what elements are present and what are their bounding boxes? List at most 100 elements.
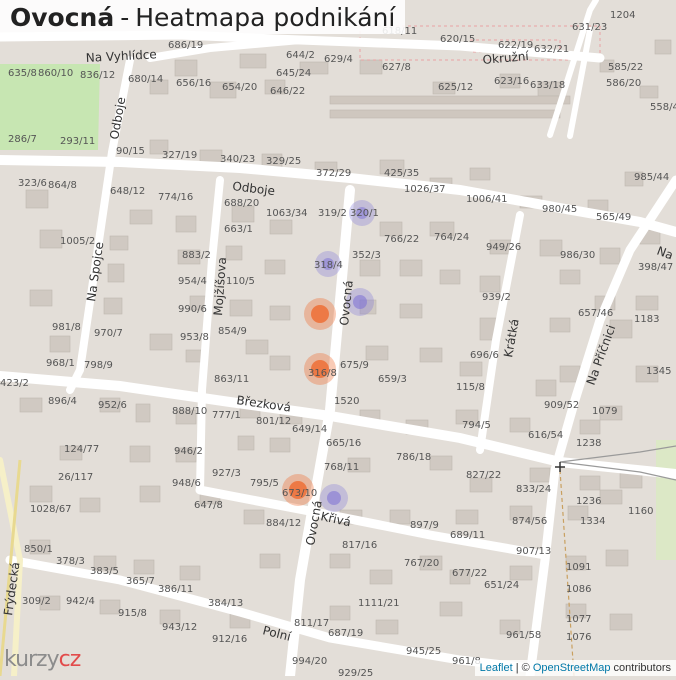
house-number: 794/5 xyxy=(462,420,491,431)
house-number: 948/6 xyxy=(172,478,201,489)
house-number: 863/11 xyxy=(214,374,249,385)
house-number: 907/13 xyxy=(516,546,551,557)
house-number: 673/10 xyxy=(282,488,317,499)
house-number: 777/1 xyxy=(212,410,241,421)
house-number: 680/14 xyxy=(128,74,163,85)
house-number: 897/9 xyxy=(410,520,439,531)
house-number: 659/3 xyxy=(378,374,407,385)
map-canvas[interactable]: Na Vyhlídce Odboje Odboje Na Spojce Mojž… xyxy=(0,0,676,680)
house-number: 622/19 xyxy=(498,40,533,51)
house-number: 647/8 xyxy=(194,500,223,511)
house-number: 766/22 xyxy=(384,234,419,245)
house-number: 912/16 xyxy=(212,634,247,645)
house-number: 952/6 xyxy=(98,400,127,411)
house-number: 946/2 xyxy=(174,446,203,457)
house-number: 124/77 xyxy=(64,444,99,455)
osm-link[interactable]: OpenStreetMap xyxy=(533,662,611,674)
house-number: 942/4 xyxy=(66,596,95,607)
house-number: 1006/41 xyxy=(466,194,508,205)
kurzy-logo[interactable]: kurzycz xyxy=(4,647,81,672)
house-number: 801/12 xyxy=(256,416,291,427)
attribution-suffix: contributors xyxy=(610,662,671,674)
house-number: 378/3 xyxy=(56,556,85,567)
house-number: 620/15 xyxy=(440,34,475,45)
house-number: 1079 xyxy=(592,406,617,417)
house-number: 644/2 xyxy=(286,50,315,61)
house-number: 817/16 xyxy=(342,540,377,551)
house-number: 811/17 xyxy=(294,618,329,629)
house-number: 1026/37 xyxy=(404,184,446,195)
house-number: 864/8 xyxy=(48,180,77,191)
house-number: 990/6 xyxy=(178,304,207,315)
house-number: 558/4 xyxy=(650,102,676,113)
house-number: 836/12 xyxy=(80,70,115,81)
house-number: 786/18 xyxy=(396,452,431,463)
page-title: Ovocná - Heatmapa podnikání xyxy=(0,0,406,34)
house-number: 696/6 xyxy=(470,350,499,361)
house-number: 1111/21 xyxy=(358,598,400,609)
house-number: 688/20 xyxy=(224,198,259,209)
house-number: 1345 xyxy=(646,366,671,377)
house-number: 850/1 xyxy=(24,544,53,555)
house-number: 1183 xyxy=(634,314,659,325)
house-number: 90/15 xyxy=(116,146,145,157)
house-number: 309/2 xyxy=(22,596,51,607)
house-number: 423/2 xyxy=(0,378,29,389)
house-number: 323/6 xyxy=(18,178,47,189)
house-number: 654/20 xyxy=(222,82,257,93)
house-number: 663/1 xyxy=(224,224,253,235)
heatmap-subtitle: Heatmapa podnikání xyxy=(135,2,396,32)
title-separator: - xyxy=(120,2,130,32)
house-number: 686/19 xyxy=(168,40,203,51)
house-number: 677/22 xyxy=(452,568,487,579)
house-number: 927/3 xyxy=(212,468,241,479)
attribution-separator: | © xyxy=(512,662,533,674)
house-number: 833/24 xyxy=(516,484,551,495)
house-number: 1520 xyxy=(334,396,359,407)
house-number: 1028/67 xyxy=(30,504,72,515)
house-number: 968/1 xyxy=(46,358,75,369)
house-number: 1077 xyxy=(566,614,591,625)
house-number: 1076 xyxy=(566,632,591,643)
house-number: 329/25 xyxy=(266,156,301,167)
house-number: 425/35 xyxy=(384,168,419,179)
house-number: 386/11 xyxy=(158,584,193,595)
house-number: 565/49 xyxy=(596,212,631,223)
map-svg: Na Vyhlídce Odboje Odboje Na Spojce Mojž… xyxy=(0,0,676,680)
house-number: 883/2 xyxy=(182,250,211,261)
house-number: 649/14 xyxy=(292,424,327,435)
house-number: 767/20 xyxy=(404,558,439,569)
house-number: 616/54 xyxy=(528,430,563,441)
house-number: 970/7 xyxy=(94,328,123,339)
house-number: 319/2 xyxy=(318,208,347,219)
house-number: 651/24 xyxy=(484,580,519,591)
house-number: 633/18 xyxy=(530,80,565,91)
house-number: 585/22 xyxy=(608,62,643,73)
house-number: 657/46 xyxy=(578,308,613,319)
house-number: 1334 xyxy=(580,516,605,527)
house-number: 915/8 xyxy=(118,608,147,619)
house-number: 795/5 xyxy=(250,478,279,489)
house-number: 939/2 xyxy=(482,292,511,303)
house-number: 909/52 xyxy=(544,400,579,411)
house-number: 943/12 xyxy=(162,622,197,633)
house-number: 1160 xyxy=(628,506,653,517)
house-number: 954/4 xyxy=(178,276,207,287)
house-number: 774/16 xyxy=(158,192,193,203)
house-number: 860/10 xyxy=(38,68,73,79)
leaflet-link[interactable]: Leaflet xyxy=(480,662,513,674)
house-number: 316/8 xyxy=(308,368,337,379)
house-number: 764/24 xyxy=(434,232,469,243)
house-number: 665/16 xyxy=(326,438,361,449)
house-number: 26/117 xyxy=(58,472,93,483)
house-number: 115/8 xyxy=(456,382,485,393)
house-number: 629/4 xyxy=(324,54,353,65)
house-number: 625/12 xyxy=(438,82,473,93)
house-number: 798/9 xyxy=(84,360,113,371)
house-number: 689/11 xyxy=(450,530,485,541)
house-number: 635/8 xyxy=(8,68,37,79)
house-number: 953/8 xyxy=(180,332,209,343)
house-number: 340/23 xyxy=(220,154,255,165)
house-number: 1236 xyxy=(576,496,601,507)
house-number: 1005/2 xyxy=(60,236,95,247)
